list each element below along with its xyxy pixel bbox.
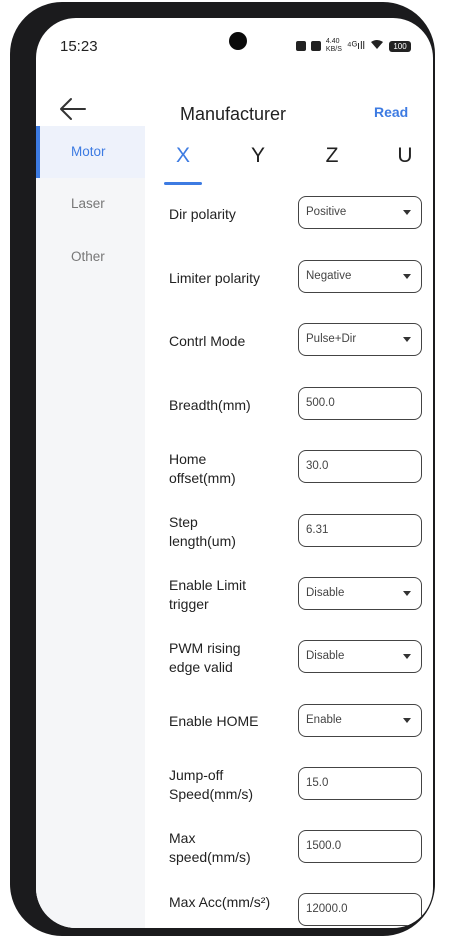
- tab-underline: [164, 182, 202, 185]
- breadth-input[interactable]: 500.0: [298, 387, 422, 420]
- dir-polarity-select[interactable]: Positive: [298, 196, 422, 229]
- sidebar-item-other[interactable]: Other: [36, 231, 145, 283]
- tab-u[interactable]: U: [383, 144, 427, 168]
- sidebar: Motor Laser Other: [36, 126, 145, 928]
- phone-frame: 15:23 4.40 KB/S ⁴ᴳıll 100 Manufacturer R…: [10, 2, 435, 936]
- setting-label: Dir polarity: [169, 206, 236, 222]
- input-value: 15.0: [306, 777, 329, 789]
- setting-label: Limiter polarity: [169, 270, 261, 286]
- tab-z[interactable]: Z: [310, 144, 354, 168]
- control-mode-select[interactable]: Pulse+Dir: [298, 323, 422, 356]
- setting-label: Enable Limit trigger: [169, 577, 247, 612]
- setting-label: Step length(um): [169, 514, 236, 549]
- setting-label: Jump-off Speed(mm/s): [169, 767, 254, 802]
- notification-icon: [295, 41, 306, 51]
- select-value: Enable: [306, 714, 342, 726]
- jump-off-speed-input[interactable]: 15.0: [298, 767, 422, 800]
- wifi-icon: [370, 39, 384, 53]
- network-speed: 4.40 KB/S: [325, 38, 342, 53]
- page-title: Manufacturer: [180, 104, 287, 124]
- enable-home-select[interactable]: Enable: [298, 704, 422, 737]
- battery-icon: 100: [389, 40, 411, 52]
- front-camera: [229, 32, 247, 50]
- setting-label: Breadth(mm): [169, 397, 251, 413]
- sidebar-item-motor[interactable]: Motor: [36, 126, 145, 178]
- setting-label: Home offset(mm): [169, 451, 236, 486]
- setting-label: Max Acc(mm/s²): [169, 894, 271, 910]
- chevron-down-icon: [403, 274, 411, 279]
- sidebar-item-laser[interactable]: Laser: [36, 178, 145, 230]
- chevron-down-icon: [403, 210, 411, 215]
- max-acc-input[interactable]: 12000.0: [298, 893, 422, 926]
- enable-limit-trigger-select[interactable]: Disable: [298, 577, 422, 610]
- tab-x[interactable]: X: [161, 144, 205, 168]
- signal-icon: ⁴ᴳıll: [346, 40, 365, 52]
- max-speed-input[interactable]: 1500.0: [298, 830, 422, 863]
- input-value: 30.0: [306, 460, 329, 472]
- home-offset-input[interactable]: 30.0: [298, 450, 422, 483]
- chevron-down-icon: [403, 591, 411, 596]
- select-value: Disable: [306, 587, 345, 599]
- step-length-input[interactable]: 6.31: [298, 514, 422, 547]
- chevron-down-icon: [403, 337, 411, 342]
- input-value: 6.31: [306, 524, 329, 536]
- input-value: 12000.0: [306, 903, 348, 915]
- input-value: 500.0: [306, 397, 335, 409]
- axis-tabs: X Y Z U: [145, 138, 433, 198]
- setting-label: Enable HOME: [169, 713, 259, 729]
- setting-label: PWM rising edge valid: [169, 640, 241, 675]
- tab-y[interactable]: Y: [236, 144, 280, 168]
- input-value: 1500.0: [306, 840, 342, 852]
- read-button[interactable]: Read: [374, 104, 408, 120]
- back-arrow-icon[interactable]: [58, 96, 88, 122]
- setting-label: Max speed(mm/s): [169, 830, 251, 865]
- setting-label: Contrl Mode: [169, 333, 246, 349]
- select-value: Negative: [306, 270, 352, 282]
- chevron-down-icon: [403, 654, 411, 659]
- chevron-down-icon: [403, 718, 411, 723]
- select-value: Pulse+Dir: [306, 333, 357, 345]
- select-value: Disable: [306, 650, 345, 662]
- status-icons: 4.40 KB/S ⁴ᴳıll 100: [295, 38, 411, 54]
- status-bar: 15:23 4.40 KB/S ⁴ᴳıll 100: [36, 18, 433, 78]
- select-value: Positive: [306, 206, 347, 218]
- status-time: 15:23: [60, 38, 98, 55]
- limiter-polarity-select[interactable]: Negative: [298, 260, 422, 293]
- security-icon: [310, 41, 321, 51]
- pwm-rising-edge-select[interactable]: Disable: [298, 640, 422, 673]
- screen: 15:23 4.40 KB/S ⁴ᴳıll 100 Manufacturer R…: [36, 18, 433, 928]
